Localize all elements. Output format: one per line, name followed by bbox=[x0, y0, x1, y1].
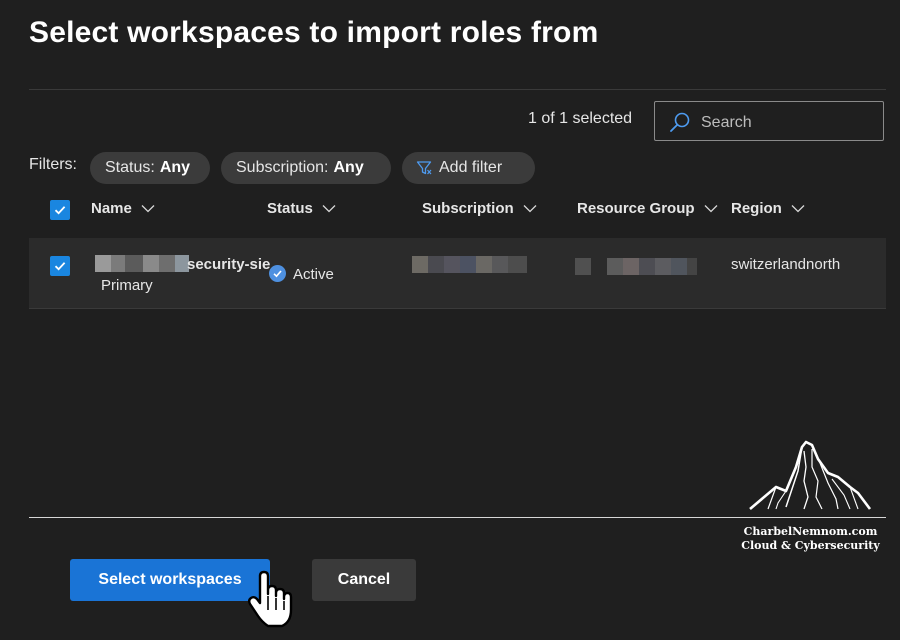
column-header-label: Name bbox=[91, 200, 132, 217]
add-filter-label: Add filter bbox=[439, 159, 503, 176]
redacted-resource-group bbox=[575, 258, 697, 275]
checkmark-icon bbox=[54, 262, 66, 271]
checkmark-icon bbox=[54, 206, 66, 215]
column-header-name[interactable]: Name bbox=[91, 200, 155, 217]
search-icon bbox=[670, 112, 690, 132]
workspace-label: Primary bbox=[101, 277, 153, 294]
filter-icon bbox=[416, 161, 432, 175]
search-input[interactable]: Search bbox=[654, 101, 884, 141]
chevron-down-icon bbox=[523, 205, 537, 213]
redacted-workspace-prefix bbox=[95, 255, 189, 272]
status-filter-value: Any bbox=[159, 159, 191, 176]
dialog-title: Select workspaces to import roles from bbox=[29, 16, 599, 49]
cancel-button[interactable]: Cancel bbox=[312, 559, 416, 601]
chevron-down-icon bbox=[791, 205, 805, 213]
chevron-down-icon bbox=[141, 205, 155, 213]
workspace-name: security-sie bbox=[187, 256, 271, 273]
column-header-label: Status bbox=[267, 200, 313, 217]
chevron-down-icon bbox=[322, 205, 336, 213]
table-row[interactable] bbox=[29, 238, 886, 309]
hand-pointer-icon bbox=[248, 570, 293, 628]
chevron-down-icon bbox=[704, 205, 717, 213]
subscription-filter-key: Subscription: bbox=[236, 159, 329, 176]
column-header-resource-group[interactable]: Resource Group bbox=[577, 200, 718, 217]
column-header-label: Region bbox=[731, 200, 782, 217]
status-filter-key: Status: bbox=[105, 159, 155, 176]
selected-count: 1 of 1 selected bbox=[528, 110, 633, 127]
column-header-label: Subscription bbox=[422, 200, 514, 217]
watermark-tagline: Cloud & Cybersecurity bbox=[741, 539, 880, 552]
watermark-site: CharbelNemnom.com bbox=[743, 525, 878, 538]
row-checkbox[interactable] bbox=[50, 256, 70, 276]
filters-label: Filters: bbox=[29, 156, 77, 173]
redacted-subscription bbox=[412, 256, 527, 273]
subscription-filter-value: Any bbox=[333, 159, 364, 176]
header-divider bbox=[29, 89, 886, 90]
column-header-status[interactable]: Status bbox=[267, 200, 336, 217]
workspace-status: Active bbox=[293, 266, 334, 283]
select-workspaces-button[interactable]: Select workspaces bbox=[70, 559, 270, 601]
search-placeholder: Search bbox=[701, 114, 752, 131]
column-header-subscription[interactable]: Subscription bbox=[422, 200, 537, 217]
column-header-label: Resource Group bbox=[577, 200, 695, 217]
footer-divider bbox=[29, 517, 886, 518]
column-header-region[interactable]: Region bbox=[731, 200, 805, 217]
checkmark-circle-icon bbox=[269, 265, 286, 282]
subscription-filter-pill[interactable]: Subscription: Any bbox=[221, 152, 391, 184]
status-filter-pill[interactable]: Status: Any bbox=[90, 152, 210, 184]
select-all-checkbox[interactable] bbox=[50, 200, 70, 220]
workspace-region: switzerlandnorth bbox=[731, 256, 841, 273]
add-filter-button[interactable]: Add filter bbox=[402, 152, 535, 184]
mountain-logo bbox=[749, 440, 872, 510]
